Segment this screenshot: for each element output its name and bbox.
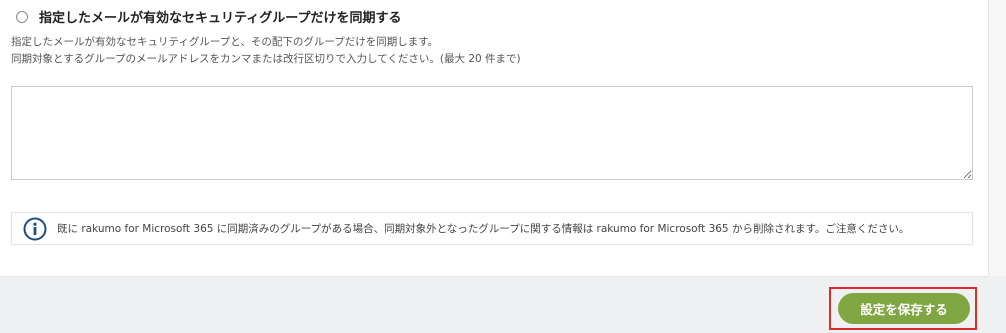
security-group-sync-option[interactable]: 指定したメールが有効なセキュリティグループだけを同期する [16,7,401,26]
notice-text: 既に rakumo for Microsoft 365 に同期済みのグループがあ… [57,223,910,235]
option-description: 指定したメールが有効なセキュリティグループと、その配下のグループだけを同期します… [11,36,439,48]
security-group-sync-label[interactable]: 指定したメールが有効なセキュリティグループだけを同期する [39,7,401,26]
deletion-notice: 既に rakumo for Microsoft 365 に同期済みのグループがあ… [11,212,973,245]
save-settings-button[interactable]: 設定を保存する [838,293,970,324]
scrollbar-track[interactable] [989,0,1006,276]
input-instructions: 同期対象とするグループのメールアドレスをカンマまたは改行区切りで入力してください… [11,53,521,65]
settings-panel: 指定したメールが有効なセキュリティグループだけを同期する 指定したメールが有効な… [0,0,989,277]
security-group-sync-radio[interactable] [16,11,28,23]
group-emails-textarea[interactable] [11,86,973,180]
info-circle-icon [23,217,47,240]
